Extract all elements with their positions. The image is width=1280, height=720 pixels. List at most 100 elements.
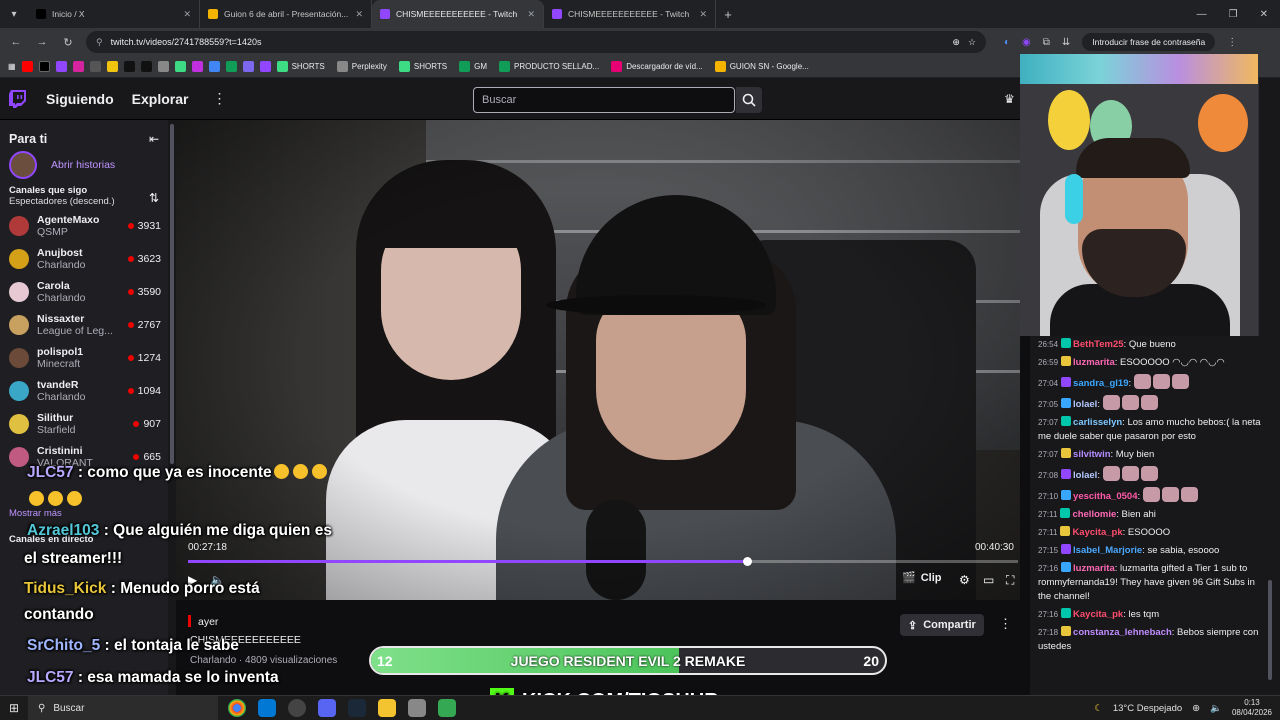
browse-link[interactable]: Explorar: [132, 91, 189, 107]
browser-tab[interactable]: Guion 6 de abril - Presentación... ✕: [200, 0, 372, 28]
collapse-sidebar-icon[interactable]: ⇤: [149, 132, 159, 146]
bookmark-icon[interactable]: [106, 61, 118, 72]
chat-username[interactable]: lolael: [1073, 470, 1097, 481]
chat-username[interactable]: carlisselyn: [1073, 417, 1122, 428]
prime-crown-icon[interactable]: ♛: [1004, 92, 1015, 106]
twitch-bookmark-icon[interactable]: [55, 61, 67, 72]
following-link[interactable]: Siguiendo: [46, 91, 114, 107]
bookmark-item[interactable]: SHORTS: [398, 61, 447, 72]
tiktok-bookmark-icon[interactable]: [123, 61, 135, 72]
bookmark-icon[interactable]: [157, 61, 169, 72]
downloads-icon[interactable]: ⇊: [1062, 37, 1070, 48]
instagram-bookmark-icon[interactable]: [72, 61, 84, 72]
bookmark-icon[interactable]: [242, 61, 254, 72]
chrome-app-icon[interactable]: [228, 699, 246, 717]
app-icon[interactable]: [438, 699, 456, 717]
browser-menu-icon[interactable]: ⋮: [1227, 37, 1237, 48]
browser-tab[interactable]: CHISMEEEEEEEEEEE - Twitch ✕: [544, 0, 716, 28]
chat-username[interactable]: yescitha_0504: [1073, 491, 1137, 502]
bookmark-icon[interactable]: [208, 61, 220, 72]
bookmark-icon[interactable]: [140, 61, 152, 72]
theatre-mode-icon[interactable]: ▭: [983, 573, 994, 587]
sidebar-channel-item[interactable]: Carola Charlando 3590: [0, 275, 168, 308]
mail-app-icon[interactable]: [258, 699, 276, 717]
system-clock[interactable]: 0:13 08/04/2026: [1232, 698, 1272, 718]
sidebar-channel-item[interactable]: Nissaxter League of Leg... 2767: [0, 308, 168, 341]
site-info-icon[interactable]: ⚲: [96, 37, 103, 48]
search-input[interactable]: Buscar: [473, 87, 735, 113]
back-icon[interactable]: ←: [8, 36, 24, 48]
bookmark-icon[interactable]: [225, 61, 237, 72]
bookmark-icon[interactable]: [89, 61, 101, 72]
sidebar-channel-item[interactable]: Silithur Starfield 907: [0, 407, 168, 440]
extension-icon[interactable]: ◐: [1004, 37, 1010, 48]
bookmark-icon[interactable]: [259, 61, 271, 72]
chat-username[interactable]: chellomie: [1072, 509, 1116, 520]
sidebar-channel-item[interactable]: Anujbost Charlando 3623: [0, 242, 168, 275]
browser-tab[interactable]: CHISMEEEEEEEEEEE - Twitch ✕: [372, 0, 544, 28]
video-more-icon[interactable]: ⋮: [999, 616, 1012, 632]
bookmark-icon[interactable]: [191, 61, 203, 72]
chat-username[interactable]: luzmarita: [1073, 357, 1115, 368]
windows-start-icon[interactable]: ⊞: [0, 701, 28, 715]
extension-icon-2[interactable]: ◉: [1022, 37, 1031, 48]
weather-text[interactable]: 13°C Despejado: [1113, 703, 1182, 714]
bookmark-icon[interactable]: [174, 61, 186, 72]
chat-username[interactable]: luzmarita: [1073, 563, 1115, 574]
close-tab-icon[interactable]: ✕: [183, 9, 191, 20]
steam-app-icon[interactable]: [348, 699, 366, 717]
sidebar-scrollbar[interactable]: [168, 120, 176, 695]
discord-app-icon[interactable]: [318, 699, 336, 717]
zoom-icon[interactable]: ⊕: [952, 37, 960, 48]
bookmark-item[interactable]: PRODUCTO SELLAD...: [498, 61, 599, 72]
bookmark-item[interactable]: SHORTS: [276, 61, 325, 72]
password-prompt-button[interactable]: Introducir frase de contraseña: [1082, 33, 1216, 51]
sidebar-channel-item[interactable]: tvandeR Charlando 1094: [0, 374, 168, 407]
minimize-icon[interactable]: —: [1197, 9, 1207, 20]
extensions-puzzle-icon[interactable]: ⧉: [1043, 37, 1050, 48]
bookmark-star-icon[interactable]: ☆: [968, 37, 976, 48]
browser-tab[interactable]: Inicio / X ✕: [28, 0, 200, 28]
bookmark-item[interactable]: GUION SN - Google...: [714, 61, 809, 72]
sidebar-channel-item[interactable]: AgenteMaxo QSMP 3931: [0, 209, 168, 242]
reload-icon[interactable]: ↻: [60, 36, 76, 49]
chat-username[interactable]: sandra_gl19: [1073, 378, 1128, 389]
sort-icon[interactable]: ⇅: [149, 191, 159, 207]
obs-app-icon[interactable]: [288, 699, 306, 717]
bookmark-item[interactable]: Perplexity: [336, 61, 387, 72]
clip-button[interactable]: 🎬 Clip: [902, 571, 941, 585]
twitch-logo-icon[interactable]: [8, 89, 28, 109]
settings-gear-icon[interactable]: ⚙: [959, 573, 970, 587]
bookmark-item[interactable]: GM: [459, 61, 487, 72]
share-button[interactable]: ⇪ Compartir: [900, 614, 984, 636]
forward-icon[interactable]: →: [34, 36, 50, 48]
bookmark-item[interactable]: Descargador de víd...: [611, 61, 703, 72]
chat-username[interactable]: Kaycita_pk: [1073, 609, 1123, 620]
restore-icon[interactable]: ❐: [1229, 9, 1238, 20]
explorer-app-icon[interactable]: [378, 699, 396, 717]
stories-row[interactable]: Abrir historias: [0, 150, 168, 180]
taskbar-search[interactable]: ⚲ Buscar: [28, 695, 218, 720]
sidebar-channel-item[interactable]: polispol1 Minecraft 1274: [0, 341, 168, 374]
close-tab-icon[interactable]: ✕: [527, 9, 535, 20]
close-window-icon[interactable]: ✕: [1260, 9, 1268, 20]
close-tab-icon[interactable]: ✕: [699, 9, 707, 20]
more-options-icon[interactable]: ⋮: [212, 90, 226, 107]
show-more-link[interactable]: Mostrar más: [9, 508, 62, 519]
volume-tray-icon[interactable]: 🔈: [1210, 703, 1222, 714]
chat-username[interactable]: lolael: [1073, 399, 1097, 410]
apps-grid-icon[interactable]: ▦: [8, 62, 16, 71]
tab-search-chevron-icon[interactable]: ▾: [0, 0, 28, 28]
new-tab-button[interactable]: +: [716, 7, 740, 22]
chat-username[interactable]: Kaycita_pk: [1072, 527, 1122, 538]
close-tab-icon[interactable]: ✕: [355, 9, 363, 20]
app-icon[interactable]: [408, 699, 426, 717]
chat-username[interactable]: silvitwin: [1073, 449, 1110, 460]
chat-username[interactable]: constanza_lehnebach: [1073, 627, 1172, 638]
seek-bar[interactable]: [188, 557, 1018, 566]
x-bookmark-icon[interactable]: [38, 61, 50, 72]
chat-username[interactable]: BethTem25: [1073, 339, 1124, 350]
address-bar[interactable]: ⚲ twitch.tv/videos/2741788559?t=1420s ⊕ …: [86, 31, 986, 53]
search-button[interactable]: [736, 87, 762, 113]
fullscreen-icon[interactable]: ⛶: [1006, 573, 1014, 588]
